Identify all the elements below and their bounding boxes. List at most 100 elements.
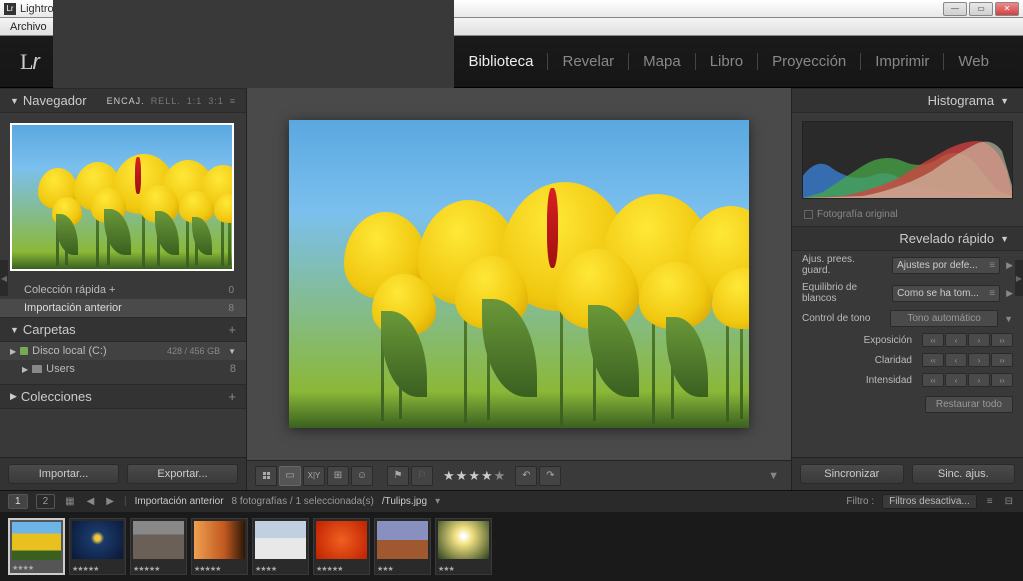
navigator-header[interactable]: ▼ Navegador ENCAJ.RELL.1:13:1≡: [0, 88, 246, 113]
filmstrip[interactable]: ★★★★★★★★★★★★★★★★★★★★★★★★★★★★★★★★★★: [0, 512, 1023, 581]
loupe-view-button[interactable]: ▭: [279, 466, 301, 486]
rating-stars[interactable]: ★★★★★: [443, 468, 505, 484]
checkbox-icon[interactable]: [804, 210, 813, 219]
back-icon[interactable]: ◀: [85, 496, 97, 507]
clarity-stepper[interactable]: ‹‹‹›››: [922, 353, 1013, 367]
navigator-zoom-option[interactable]: 1:1: [187, 96, 203, 106]
center-panel: ▭ X|Y ⊞ ☺ ⚑ ⚐ ★★★★★ ↶ ↷ ▼: [247, 88, 791, 490]
lightroom-logo: Lr: [20, 49, 39, 75]
right-panel: Histograma ▼ Fotografía original Revelad…: [791, 88, 1023, 490]
module-biblioteca[interactable]: Biblioteca: [454, 53, 548, 70]
thumbnail-image: [72, 521, 123, 559]
sync-button[interactable]: Sincronizar: [800, 464, 904, 484]
navigator-zoom-option[interactable]: RELL.: [151, 96, 181, 106]
people-view-button[interactable]: ☺: [351, 466, 373, 486]
quickdev-header[interactable]: Revelado rápido ▼: [792, 226, 1023, 251]
flag-pick-button[interactable]: ⚑: [387, 466, 409, 486]
preset-dropdown[interactable]: Ajustes por defe...: [892, 257, 1000, 274]
catalog-row[interactable]: Colección rápida +0: [0, 281, 246, 299]
thumb-rating: ★★★★★: [316, 565, 342, 573]
export-button[interactable]: Exportar...: [127, 464, 238, 484]
quickdev-title: Revelado rápido: [899, 231, 994, 246]
maximize-button[interactable]: ▭: [969, 2, 993, 16]
display-1-button[interactable]: 1: [8, 494, 28, 509]
thumb-rating: ★★★★★: [194, 565, 220, 573]
disk-row[interactable]: ▶ Disco local (C:) 428 / 456 GB ▼: [0, 342, 246, 360]
add-collection-icon[interactable]: +: [228, 389, 236, 404]
folders-header[interactable]: ▼ Carpetas +: [0, 317, 246, 342]
filmstrip-thumb[interactable]: ★★★: [435, 518, 492, 575]
forward-icon[interactable]: ▶: [104, 496, 116, 507]
histogram[interactable]: [802, 121, 1013, 199]
rotate-left-button[interactable]: ↶: [515, 466, 537, 486]
module-mapa[interactable]: Mapa: [629, 53, 696, 70]
catalog-row[interactable]: Importación anterior8: [0, 299, 246, 317]
filmstrip-thumb[interactable]: ★★★: [374, 518, 431, 575]
module-revelar[interactable]: Revelar: [548, 53, 629, 70]
disclosure-icon[interactable]: ▶: [1006, 288, 1013, 299]
filmstrip-thumb[interactable]: ★★★★: [252, 518, 309, 575]
disclosure-icon[interactable]: ▶: [1006, 260, 1013, 271]
filmstrip-thumb[interactable]: ★★★★★: [191, 518, 248, 575]
intensity-label: Intensidad: [802, 375, 916, 386]
thumb-rating: ★★★: [438, 565, 454, 573]
source-label[interactable]: Importación anterior: [135, 496, 224, 507]
loupe-preview[interactable]: [247, 88, 791, 460]
reset-button[interactable]: Restaurar todo: [925, 396, 1013, 413]
grid-view-button[interactable]: [255, 466, 277, 486]
left-panel-handle[interactable]: ◀: [0, 260, 8, 296]
filter-lock-icon[interactable]: ⊟: [1003, 496, 1015, 507]
tone-label: Control de tono: [802, 313, 884, 324]
thumb-rating: ★★★★★: [72, 565, 98, 573]
filmstrip-thumb[interactable]: ★★★★: [8, 518, 65, 575]
toolbar-menu-icon[interactable]: ▼: [764, 470, 783, 482]
compare-view-button[interactable]: X|Y: [303, 466, 325, 486]
survey-view-button[interactable]: ⊞: [327, 466, 349, 486]
add-folder-icon[interactable]: +: [228, 322, 236, 337]
navigator-zoom-option[interactable]: ≡: [230, 96, 236, 106]
navigator-preview[interactable]: [0, 113, 246, 281]
import-button[interactable]: Importar...: [8, 464, 119, 484]
close-button[interactable]: ✕: [995, 2, 1019, 16]
filter-menu-icon[interactable]: ≡: [985, 496, 995, 507]
intensity-stepper[interactable]: ‹‹‹›››: [922, 373, 1013, 387]
catalog-count: 8: [228, 303, 234, 314]
histogram-header[interactable]: Histograma ▼: [792, 88, 1023, 113]
thumb-rating: ★★★: [377, 565, 393, 573]
loupe-toolbar: ▭ X|Y ⊞ ☺ ⚑ ⚐ ★★★★★ ↶ ↷ ▼: [247, 460, 791, 490]
histogram-title: Histograma: [928, 93, 994, 108]
right-panel-handle[interactable]: ▶: [1015, 260, 1023, 296]
filmstrip-thumb[interactable]: ★★★★★: [130, 518, 187, 575]
rotate-right-button[interactable]: ↷: [539, 466, 561, 486]
filmstrip-thumb[interactable]: ★★★★★: [313, 518, 370, 575]
filmstrip-thumb[interactable]: ★★★★★: [69, 518, 126, 575]
grid-icon[interactable]: ▦: [63, 496, 76, 507]
histogram-footer-label: Fotografía original: [817, 209, 898, 220]
collections-header[interactable]: ▶ Colecciones +: [0, 384, 246, 409]
wb-dropdown[interactable]: Como se ha tom...: [892, 285, 1000, 302]
exposure-stepper[interactable]: ‹‹‹›››: [922, 333, 1013, 347]
sync-settings-button[interactable]: Sinc. ajus.: [912, 464, 1016, 484]
module-proyección[interactable]: Proyección: [758, 53, 861, 70]
menu-archivo[interactable]: Archivo: [4, 21, 53, 33]
module-libro[interactable]: Libro: [696, 53, 758, 70]
auto-tone-button[interactable]: Tono automático: [890, 310, 998, 327]
display-2-button[interactable]: 2: [36, 494, 56, 509]
module-imprimir[interactable]: Imprimir: [861, 53, 944, 70]
catalog-label: Colección rápida +: [24, 284, 115, 296]
thumbnail-image: [255, 521, 306, 559]
navigator-title: Navegador: [23, 93, 87, 108]
disclosure-icon[interactable]: ▼: [1004, 314, 1013, 324]
folder-label: Users: [46, 363, 75, 375]
filter-label: Filtro :: [846, 496, 874, 507]
navigator-zoom-option[interactable]: 3:1: [208, 96, 224, 106]
thumbnail-image: [316, 521, 367, 559]
chevron-down-icon[interactable]: ▼: [228, 347, 236, 356]
navigator-zoom-option[interactable]: ENCAJ.: [107, 96, 145, 106]
folder-row[interactable]: ▶ Users 8: [0, 360, 246, 378]
filter-dropdown[interactable]: Filtros desactiva...: [882, 494, 977, 509]
minimize-button[interactable]: —: [943, 2, 967, 16]
flag-reject-button[interactable]: ⚐: [411, 466, 433, 486]
chevron-down-icon[interactable]: ▾: [435, 496, 440, 507]
module-web[interactable]: Web: [944, 53, 1003, 70]
